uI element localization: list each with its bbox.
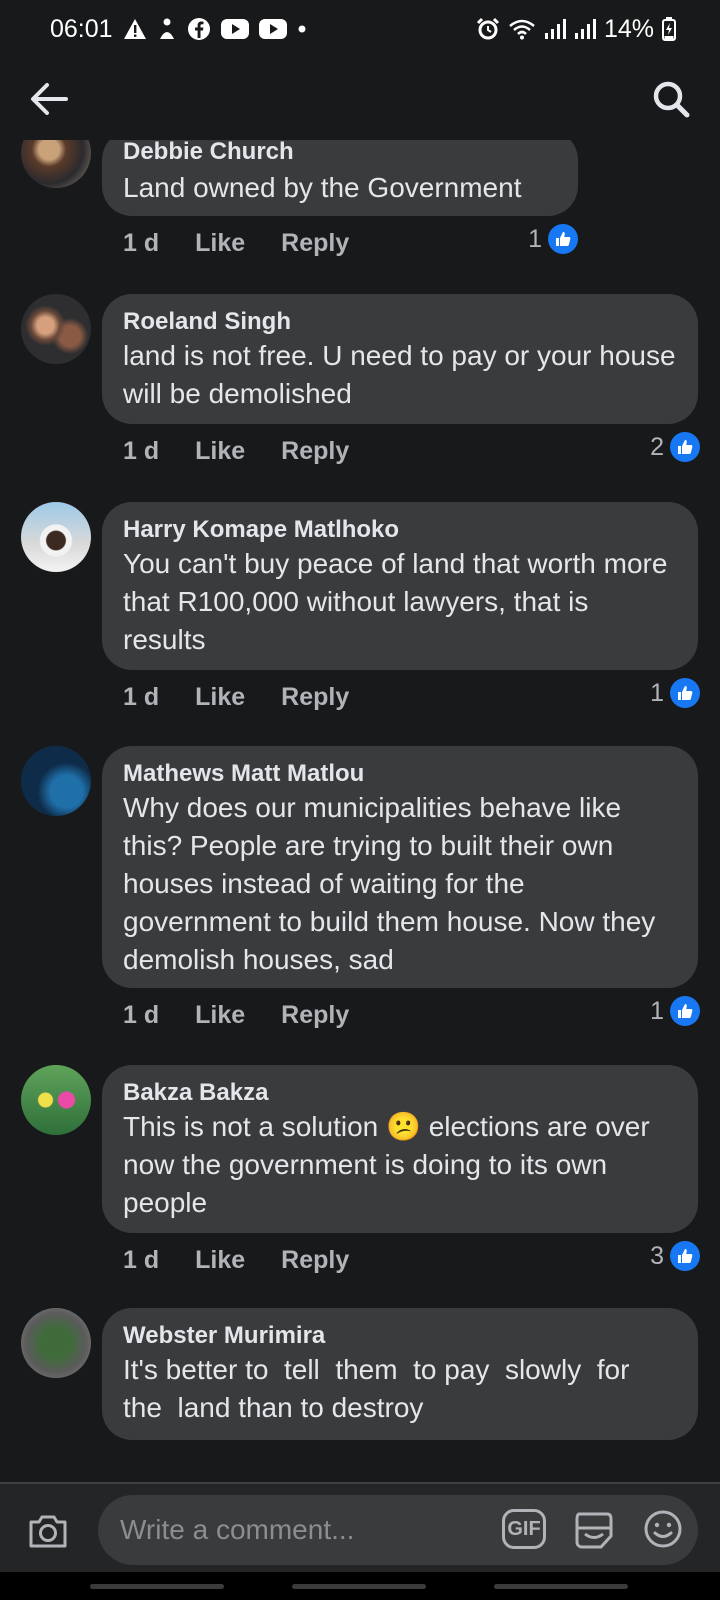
comment-text: land is not free. U need to pay or your … (123, 340, 676, 409)
comment-text: You can't buy peace of land that worth m… (123, 548, 668, 655)
reply-button[interactable]: Reply (281, 683, 349, 712)
sticker-button[interactable] (571, 1508, 617, 1552)
comment-time: 1 d (123, 1245, 160, 1274)
avatar[interactable] (21, 1065, 91, 1135)
comment-time: 1 d (123, 228, 160, 257)
thumbs-up-icon (548, 224, 578, 254)
comment-bubble[interactable]: Debbie Church Land owned by the Governme… (102, 140, 578, 216)
reaction-count[interactable]: 1 (650, 996, 700, 1026)
like-button[interactable]: Like (195, 1001, 245, 1030)
comments-list: Debbie Church Land owned by the Governme… (0, 140, 720, 1482)
comment-bubble[interactable]: Webster Murimira It's better to tell the… (102, 1308, 698, 1440)
avatar[interactable] (21, 502, 91, 572)
notification-app-icon (157, 17, 177, 41)
comment-text: Why does our municipalities behave like … (123, 792, 656, 975)
reaction-count[interactable]: 2 (650, 432, 700, 462)
sticker-icon (575, 1512, 613, 1549)
avatar[interactable] (21, 294, 91, 364)
smiley-icon (644, 1510, 682, 1548)
like-button[interactable]: Like (195, 437, 245, 466)
comment-author[interactable]: Harry Komape Matlhoko (123, 515, 676, 545)
avatar[interactable] (21, 1308, 91, 1378)
dot-icon (297, 24, 307, 34)
like-button[interactable]: Like (195, 1246, 245, 1275)
battery-charging-icon (662, 17, 676, 41)
comment-author[interactable]: Mathews Matt Matlou (123, 759, 676, 789)
confused-face-emoji: 😕 (386, 1111, 421, 1142)
like-button[interactable]: Like (195, 683, 245, 712)
comment-actions: 1 d Like Reply (123, 431, 385, 471)
youtube-icon (220, 18, 249, 40)
youtube-icon (258, 18, 287, 40)
comment-actions: 1 d Like Reply (123, 223, 385, 263)
avatar[interactable] (21, 746, 91, 816)
comment-bubble[interactable]: Roeland Singh land is not free. U need t… (102, 294, 698, 424)
reaction-count[interactable]: 1 (528, 224, 578, 254)
comment-author[interactable]: Debbie Church (123, 140, 556, 167)
comment-time: 1 d (123, 1000, 160, 1029)
like-count: 1 (650, 996, 664, 1025)
camera-button[interactable] (25, 1508, 71, 1554)
like-count: 3 (650, 1241, 664, 1270)
status-time: 06:01 (50, 14, 113, 43)
reaction-count[interactable]: 3 (650, 1241, 700, 1271)
comment-text: Land owned by the Government (123, 172, 522, 203)
status-bar: 06:01 14% (0, 0, 720, 58)
like-button[interactable]: Like (195, 229, 245, 258)
gif-label: GIF (507, 1517, 541, 1540)
battery-percent: 14% (603, 14, 654, 43)
search-icon (653, 81, 690, 118)
emoji-button[interactable] (640, 1506, 686, 1552)
reply-button[interactable]: Reply (281, 1001, 349, 1030)
avatar[interactable] (21, 140, 91, 188)
reply-button[interactable]: Reply (281, 229, 349, 258)
like-count: 1 (650, 678, 664, 707)
thumbs-up-icon (670, 432, 700, 462)
facebook-icon (187, 17, 211, 41)
comment-text-part: This is not a solution (123, 1111, 379, 1142)
comment-author[interactable]: Roeland Singh (123, 307, 676, 337)
comment-text: It's better to tell them to pay slowly f… (123, 1354, 638, 1423)
warning-icon (123, 18, 147, 40)
signal-icon (574, 18, 596, 40)
nav-home-indicator[interactable] (292, 1584, 426, 1589)
comment-composer: GIF (0, 1482, 720, 1572)
nav-recents-indicator[interactable] (90, 1584, 224, 1589)
comment-time: 1 d (123, 436, 160, 465)
comment-actions: 1 d Like Reply (123, 1240, 385, 1280)
wifi-icon (508, 18, 536, 40)
comment-bubble[interactable]: Harry Komape Matlhoko You can't buy peac… (102, 502, 698, 670)
comment-actions: 1 d Like Reply (123, 677, 385, 717)
thumbs-up-icon (670, 678, 700, 708)
nav-back-indicator[interactable] (494, 1584, 628, 1589)
comment-bubble[interactable]: Mathews Matt Matlou Why does our municip… (102, 746, 698, 988)
reaction-count[interactable]: 1 (650, 678, 700, 708)
reply-button[interactable]: Reply (281, 437, 349, 466)
gif-button[interactable]: GIF (502, 1509, 546, 1549)
reply-button[interactable]: Reply (281, 1246, 349, 1275)
top-header (0, 58, 720, 140)
thumbs-up-icon (670, 1241, 700, 1271)
like-count: 1 (528, 224, 542, 253)
camera-icon (29, 1515, 67, 1548)
back-button[interactable] (26, 76, 72, 122)
like-count: 2 (650, 432, 664, 461)
comment-author[interactable]: Webster Murimira (123, 1321, 676, 1351)
signal-icon (544, 18, 566, 40)
search-button[interactable] (648, 76, 694, 122)
comment-author[interactable]: Bakza Bakza (123, 1078, 676, 1108)
arrow-left-icon (31, 83, 68, 115)
comment-actions: 1 d Like Reply (123, 995, 385, 1035)
thumbs-up-icon (670, 996, 700, 1026)
alarm-icon (476, 17, 500, 41)
comment-bubble[interactable]: Bakza Bakza This is not a solution 😕 ele… (102, 1065, 698, 1233)
system-navigation-bar (0, 1572, 720, 1600)
comment-time: 1 d (123, 682, 160, 711)
comment-text: This is not a solution 😕 elections are o… (123, 1108, 676, 1222)
